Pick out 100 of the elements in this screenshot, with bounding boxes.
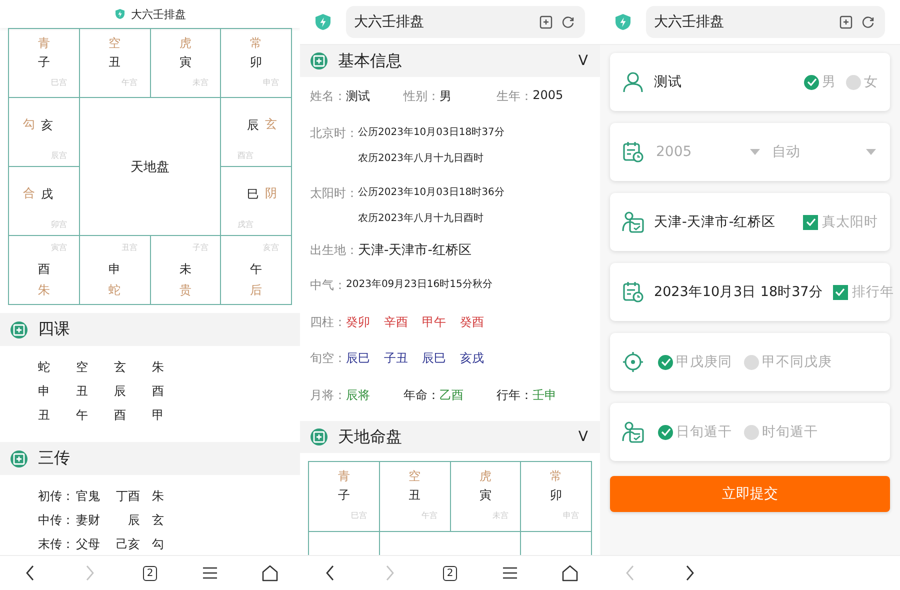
info-value: 亥戌: [460, 350, 484, 366]
branch-label: 未: [179, 261, 192, 278]
deity-cell-text: 玄: [151, 512, 165, 529]
deity-label: 常: [250, 35, 262, 52]
info-value: 壬申: [532, 386, 557, 404]
deity-label: 阴: [265, 185, 277, 202]
radio-label: 女: [864, 73, 878, 91]
info-label: 行年：: [496, 386, 533, 404]
lesson-cell-text: 丑: [76, 383, 89, 400]
lesson-cell-text: 辰: [114, 383, 127, 400]
deity-label: 贵: [179, 282, 192, 299]
name-field[interactable]: 测试: [654, 73, 794, 91]
info-value: 农历2023年八月十九日酉时: [358, 212, 484, 226]
lesson-cell-text: 酉: [114, 407, 127, 424]
transmission-label: 末传：: [38, 536, 75, 553]
branch-label: 酉: [38, 261, 50, 278]
checkbox-label: 真太阳时: [822, 213, 878, 231]
info-value: 农历2023年八月十九日酉时: [358, 152, 484, 166]
info-label: 姓名：: [310, 88, 346, 104]
deity-label: 合: [23, 185, 35, 202]
deity-label: 虎: [479, 468, 492, 485]
deity-label: 常: [550, 468, 562, 485]
tab-count-button[interactable]: 2: [142, 566, 158, 580]
tab-count-button[interactable]: 2: [442, 566, 458, 580]
section-title: 三传: [38, 448, 70, 469]
info-label: 四柱：: [310, 314, 346, 330]
info-value: 公历2023年10月03日18时36分: [358, 186, 504, 200]
branch-label: 辰: [247, 117, 259, 134]
stem-branch-cell-text: 辰: [127, 512, 141, 529]
info-value: 辰巳: [346, 350, 370, 366]
info-value: 2005: [532, 88, 564, 104]
branch-label: 午: [250, 261, 262, 278]
transmission-label: 初传：: [38, 488, 75, 505]
branch-label: 丑: [408, 487, 421, 504]
deity-cell-text: 朱: [151, 488, 165, 505]
collapse-toggle[interactable]: V: [578, 429, 588, 445]
relation-cell-text: 父母: [76, 536, 101, 553]
transmission-label: 中传：: [38, 512, 75, 529]
info-value: 男: [439, 88, 452, 104]
branch-label: 寅: [179, 54, 192, 71]
branch-label: 丑: [108, 54, 121, 71]
value-field[interactable]: 2023年10月3日 18时37分: [654, 283, 823, 301]
deity-cell-text: 勾: [151, 536, 165, 553]
info-value: 辰将: [346, 386, 370, 404]
deity-label: 青: [38, 35, 50, 52]
section-title: 天地命盘: [338, 426, 402, 448]
deity-label: 空: [408, 468, 421, 485]
info-label: 中气：: [310, 277, 346, 294]
info-label: 年命：: [403, 386, 440, 404]
stem-branch-cell-text: 己亥: [116, 536, 141, 553]
deity-label: 青: [338, 468, 350, 485]
page-title: 大六壬排盘: [131, 6, 186, 22]
info-value: 子丑: [384, 350, 408, 366]
deity-label: 朱: [38, 282, 50, 299]
info-label: 旬空：: [310, 350, 346, 366]
info-label: 太阳时：: [310, 185, 358, 202]
info-value: 癸卯: [346, 314, 370, 330]
info-value: 天津-天津市-红桥区: [358, 242, 472, 259]
radio-label: 日旬遁干: [676, 423, 732, 441]
lesson-cell-text: 午: [76, 407, 89, 424]
info-value: 测试: [346, 88, 370, 104]
branch-label: 卯: [250, 54, 262, 71]
info-label: 月将：: [310, 386, 346, 404]
section-title: 基本信息: [338, 50, 402, 72]
lesson-cell-text: 酉: [152, 383, 165, 400]
deity-label: 后: [250, 282, 262, 299]
branch-label: 子: [38, 54, 50, 71]
info-value: 甲午: [422, 314, 446, 330]
info-value: 辛酉: [384, 314, 408, 330]
lesson-cell-text: 玄: [114, 359, 127, 376]
address-bar[interactable]: 大六壬排盘: [646, 6, 885, 38]
address-bar[interactable]: 大六壬排盘: [346, 6, 585, 38]
radio-label: 甲戊庚同: [676, 353, 732, 371]
info-label: 生年：: [496, 88, 533, 104]
board-title: 天地盘: [130, 158, 170, 176]
stem-branch-cell-text: 丁酉: [116, 488, 141, 505]
relation-cell-text: 官鬼: [76, 488, 101, 505]
radio-label: 甲不同戊庚: [762, 353, 832, 371]
branch-label: 巳: [247, 186, 259, 203]
section-title: 四课: [38, 319, 70, 340]
lesson-cell-text: 甲: [152, 407, 165, 424]
collapse-toggle[interactable]: V: [578, 53, 588, 69]
branch-label: 卯: [550, 487, 562, 504]
info-value: 2023年09月23日16时15分秋分: [346, 278, 492, 292]
lesson-cell-text: 空: [76, 359, 89, 376]
deity-label: 蛇: [108, 282, 121, 299]
lesson-cell-text: 朱: [152, 359, 165, 376]
info-value: 辰巳: [422, 350, 446, 366]
branch-label: 申: [108, 261, 121, 278]
radio-label: 男: [822, 73, 836, 91]
info-value: 乙酉: [439, 386, 464, 404]
lesson-cell-text: 蛇: [38, 359, 51, 376]
info-value: 公历2023年10月03日18时37分: [358, 126, 504, 140]
deity-label: 玄: [265, 116, 277, 133]
radio-label: 时旬遁干: [762, 423, 818, 441]
info-label: 北京时：: [310, 125, 358, 142]
value-field[interactable]: 天津-天津市-红桥区: [654, 213, 793, 231]
branch-label: 亥: [41, 117, 53, 134]
branch-label: 子: [338, 487, 350, 504]
deity-label: 勾: [23, 116, 35, 133]
